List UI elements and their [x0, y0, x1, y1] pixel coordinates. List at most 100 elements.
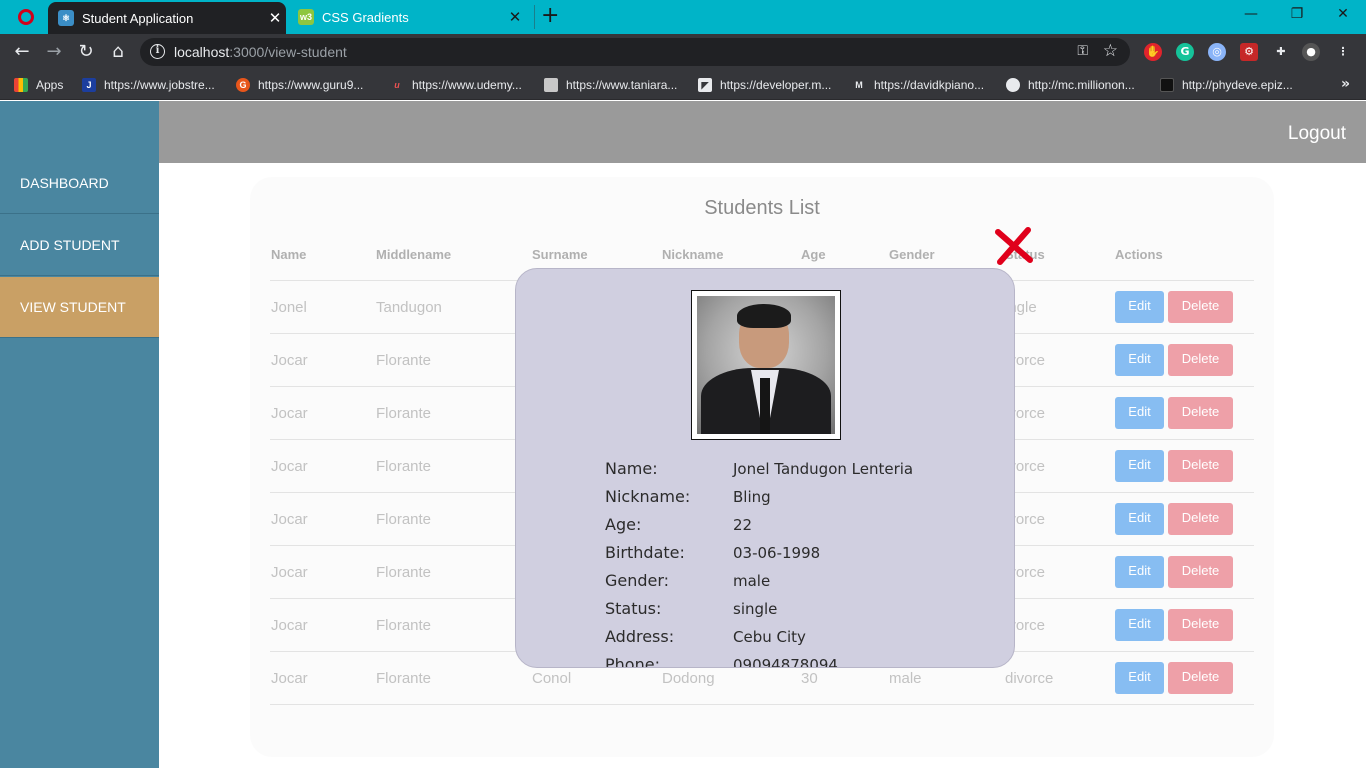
browser-tab-bar: ⚛ Student Application ✕ w3 CSS Gradients… — [0, 0, 1366, 34]
detail-label: Address: — [605, 627, 675, 646]
reload-icon[interactable]: ↻ — [74, 40, 98, 64]
new-tab-icon[interactable]: + — [534, 5, 559, 29]
sidebar-item-view-student[interactable]: VIEW STUDENT — [0, 277, 159, 338]
cell-middlename: Tandugon — [376, 299, 442, 316]
tab-css-gradients[interactable]: w3 CSS Gradients ✕ — [288, 0, 526, 34]
url-text[interactable]: localhost:3000/view-student — [174, 44, 347, 60]
chevron-right-icon[interactable]: » — [1341, 76, 1350, 92]
grammarly-icon[interactable]: G — [1176, 43, 1194, 61]
delete-button[interactable]: Delete — [1168, 344, 1233, 376]
close-tab-icon[interactable]: ✕ — [264, 9, 286, 27]
cell-middlename: Florante — [376, 352, 432, 369]
detail-label: Age: — [605, 515, 642, 534]
forward-icon[interactable]: → — [42, 40, 66, 64]
tab-student-application[interactable]: ⚛ Student Application ✕ — [48, 2, 286, 34]
detail-value: Cebu City — [733, 628, 806, 646]
edit-button[interactable]: Edit — [1115, 344, 1164, 376]
minimize-icon[interactable]: — — [1228, 0, 1274, 30]
home-icon[interactable]: ⌂ — [106, 40, 130, 64]
back-icon[interactable]: ← — [10, 40, 34, 64]
page-title: Students List — [704, 197, 820, 219]
puzzle-icon[interactable]: ✚ — [1272, 43, 1290, 61]
opera-logo-icon[interactable] — [18, 9, 34, 25]
mdn-icon: ◤ — [698, 78, 712, 92]
avatar[interactable]: ● — [1302, 43, 1320, 61]
close-modal-icon[interactable] — [994, 226, 1034, 266]
phydeve-icon — [1160, 78, 1174, 92]
star-icon[interactable]: ☆ — [1103, 41, 1118, 61]
cell-name: Jocar — [271, 670, 308, 687]
bookmark-phydeve[interactable]: http://phydeve.epiz... — [1160, 76, 1293, 94]
delete-button[interactable]: Delete — [1168, 503, 1233, 535]
edit-button[interactable]: Edit — [1115, 450, 1164, 482]
column-header-nickname: Nickname — [662, 247, 724, 262]
column-header-surname: Surname — [532, 247, 588, 262]
detail-label: Status: — [605, 599, 662, 618]
cell-name: Jocar — [271, 352, 308, 369]
kebab-menu-icon[interactable]: ⋮ — [1334, 43, 1352, 61]
bookmark-jobstreet[interactable]: J https://www.jobstre... — [82, 76, 215, 94]
extension-red-icon[interactable]: ⚙ — [1240, 43, 1258, 61]
cell-age: 30 — [801, 670, 818, 687]
delete-button[interactable]: Delete — [1168, 450, 1233, 482]
cell-middlename: Florante — [376, 617, 432, 634]
bookmark-guru99[interactable]: G https://www.guru9... — [236, 76, 363, 94]
extension-ring-icon[interactable]: ◎ — [1208, 43, 1226, 61]
detail-label: Nickname: — [605, 487, 691, 506]
row-divider — [270, 704, 1254, 705]
tab-title: CSS Gradients — [322, 9, 409, 25]
edit-button[interactable]: Edit — [1115, 291, 1164, 323]
davidkpiano-icon: M — [855, 80, 863, 90]
column-header-gender: Gender — [889, 247, 935, 262]
info-icon[interactable]: i — [150, 44, 165, 59]
cell-middlename: Florante — [376, 458, 432, 475]
student-photo — [691, 290, 841, 440]
restore-icon[interactable]: ❐ — [1274, 0, 1320, 30]
key-icon[interactable]: ⚿ — [1077, 43, 1088, 59]
delete-button[interactable]: Delete — [1168, 397, 1233, 429]
detail-value: 22 — [733, 516, 753, 534]
edit-button[interactable]: Edit — [1115, 503, 1164, 535]
globe-icon — [1006, 78, 1020, 92]
cell-name: Jonel — [271, 299, 307, 316]
bookmark-apps[interactable]: Apps — [14, 76, 63, 94]
bookmark-udemy[interactable]: u https://www.udemy... — [390, 76, 522, 94]
bookmark-millionon[interactable]: http://mc.millionon... — [1006, 76, 1135, 94]
close-tab-icon[interactable]: ✕ — [504, 8, 526, 26]
apps-grid-icon — [14, 78, 28, 92]
column-header-actions: Actions — [1115, 247, 1163, 262]
delete-button[interactable]: Delete — [1168, 556, 1233, 588]
cell-name: Jocar — [271, 405, 308, 422]
edit-button[interactable]: Edit — [1115, 609, 1164, 641]
cell-name: Jocar — [271, 511, 308, 528]
sidebar-item-add-student[interactable]: ADD STUDENT — [0, 215, 159, 276]
edit-button[interactable]: Edit — [1115, 397, 1164, 429]
sidebar-item-dashboard[interactable]: DASHBOARD — [0, 153, 159, 214]
delete-button[interactable]: Delete — [1168, 291, 1233, 323]
udemy-icon: u — [394, 80, 400, 90]
edit-button[interactable]: Edit — [1115, 556, 1164, 588]
bookmark-taniarascia[interactable]: https://www.taniara... — [544, 76, 677, 94]
cell-middlename: Florante — [376, 405, 432, 422]
bookmark-davidkpiano[interactable]: M https://davidkpiano... — [852, 76, 984, 94]
floppy-icon — [544, 78, 558, 92]
edit-button[interactable]: Edit — [1115, 662, 1164, 694]
cell-surname: Conol — [532, 670, 572, 687]
url-field[interactable]: i localhost:3000/view-student ⚿ ☆ — [140, 38, 1130, 66]
cell-name: Jocar — [271, 564, 308, 581]
close-window-icon[interactable]: ✕ — [1320, 0, 1366, 30]
jobstreet-icon: J — [82, 78, 96, 92]
detail-value: male — [733, 572, 771, 590]
cell-middlename: Florante — [376, 670, 432, 687]
delete-button[interactable]: Delete — [1168, 609, 1233, 641]
guru99-icon: G — [236, 78, 250, 92]
detail-value: Jonel Tandugon Lenteria — [733, 460, 914, 478]
ublock-icon[interactable]: ✋ — [1144, 43, 1162, 61]
w3-icon: w3 — [298, 9, 314, 25]
delete-button[interactable]: Delete — [1168, 662, 1233, 694]
cell-name: Jocar — [271, 458, 308, 475]
logout-button[interactable]: Logout — [1288, 123, 1346, 145]
cell-nickname: Dodong — [662, 670, 715, 687]
detail-label: Gender: — [605, 571, 670, 590]
bookmark-developer-mozilla[interactable]: ◤ https://developer.m... — [698, 76, 831, 94]
